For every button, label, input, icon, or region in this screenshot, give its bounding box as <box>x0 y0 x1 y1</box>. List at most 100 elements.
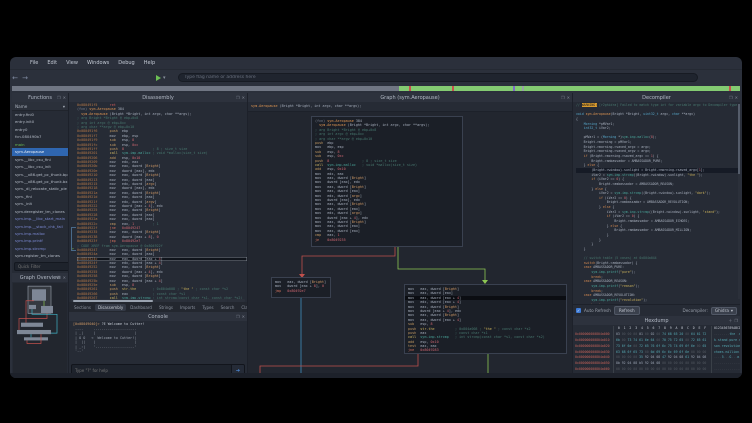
dock-tab-bar: SectionsDisassemblyDashboardStringsImpor… <box>69 302 247 312</box>
vertical-scrollbar[interactable] <box>738 104 740 299</box>
menu-item-edit[interactable]: Edit <box>47 60 57 66</box>
chevron-down-icon[interactable]: ▾ <box>163 75 166 81</box>
tab-sections[interactable]: Sections <box>71 304 94 311</box>
function-item[interactable]: entry0 <box>12 126 68 133</box>
function-item[interactable]: sym.imp.malloc <box>12 230 68 237</box>
function-item[interactable]: main <box>12 141 68 148</box>
jump-target-arrow-icon: ➤ <box>72 248 74 252</box>
seek-segment <box>399 86 740 91</box>
tab-disassembly[interactable]: Disassembly <box>95 304 126 311</box>
function-item[interactable]: fcn.080490b7 <box>12 133 68 140</box>
back-arrow-icon[interactable]: ← <box>10 73 20 83</box>
dock-close-icon[interactable]: ✕ <box>242 95 245 100</box>
hexdump-title-bar[interactable]: Hexdump ＋❐ <box>573 316 740 325</box>
omnibar-input[interactable] <box>178 73 698 82</box>
menu-item-windows[interactable]: Windows <box>87 60 109 66</box>
sort-caret-icon[interactable]: ▾ <box>63 104 65 109</box>
console-output: [0x08049040]> ?E Welcome to Cutter! .--.… <box>69 321 247 362</box>
tab-strings[interactable]: Strings <box>156 304 176 311</box>
code-line[interactable]: je 0x8049235 <box>315 238 459 242</box>
function-item[interactable]: sym.imp.strcmp <box>12 245 68 252</box>
code-line[interactable]: // WARNING: [r2ghidra] Failed to match t… <box>576 103 740 108</box>
dock-float-icon[interactable]: ❐ <box>729 95 733 100</box>
dock-float-icon[interactable]: ❐ <box>57 95 61 100</box>
decompiler-code[interactable]: // WARNING: [r2ghidra] Failed to match t… <box>573 102 740 304</box>
quick-filter-input[interactable] <box>14 262 68 271</box>
dock-plus-icon[interactable]: ＋ <box>728 318 732 324</box>
function-item[interactable]: sym.Aeropause <box>12 148 68 155</box>
seek-bar[interactable] <box>12 86 740 91</box>
forward-arrow-icon[interactable]: → <box>20 73 30 83</box>
function-item[interactable]: sym.__x86.get_pc_thunk.bx <box>12 178 68 185</box>
dock-float-icon[interactable]: ❐ <box>561 95 565 100</box>
disassembly-title-bar[interactable]: Disassembly ❐✕ <box>69 93 247 102</box>
menu-item-help[interactable]: Help <box>144 60 155 66</box>
hexdump-table[interactable]: 0 1 2 3 4 5 6 7 8 9 A B C D E F 01234567… <box>573 325 740 375</box>
tab-search[interactable]: Search <box>218 304 238 311</box>
graph-title-bar[interactable]: Graph (sym.Aeropause) ❐✕ <box>248 93 572 102</box>
function-item[interactable]: sym.__x86.get_pc_thunk.bp <box>12 171 68 178</box>
dock-close-icon[interactable]: ✕ <box>567 95 570 100</box>
decompiler-engine-select[interactable]: Ghidra ▾ <box>711 307 737 315</box>
function-item[interactable]: sym._dl_relocate_static_pie <box>12 185 68 192</box>
functions-panel: Functions ❐✕ Name ▾ entry.fini0entry.ini… <box>12 93 68 375</box>
function-item[interactable]: sym.__libc_csu_fini <box>12 156 68 163</box>
graph-overview-title-bar[interactable]: Graph Overview ❐✕ <box>12 273 68 282</box>
dock-close-icon[interactable]: ✕ <box>63 95 66 100</box>
tab-classes[interactable]: Classes <box>238 304 247 311</box>
decompiler-panel: Decompiler ❐✕ // WARNING: [r2ghidra] Fai… <box>573 93 740 375</box>
seek-segment <box>12 86 399 91</box>
function-item[interactable]: sym.imp.__stack_chk_fail <box>12 223 68 230</box>
function-item[interactable]: sym.imp.printf <box>12 237 68 244</box>
tab-types[interactable]: Types <box>199 304 216 311</box>
menu-item-view[interactable]: View <box>66 60 78 66</box>
dock-float-icon[interactable]: ❐ <box>236 314 240 319</box>
dock-float-icon[interactable]: ❐ <box>57 275 61 280</box>
seek-marker <box>513 86 515 91</box>
minimap-graph <box>13 283 67 375</box>
graph-block-entry[interactable]: (fcn) sym.Aeropause 384 sym.Aeropause (B… <box>311 116 463 247</box>
console-title: Console <box>69 314 247 320</box>
menu-item-file[interactable]: File <box>30 60 38 66</box>
graph-panel: Graph (sym.Aeropause) ❐✕ sym.Aeropause (… <box>248 93 572 375</box>
seek-marker <box>522 86 524 91</box>
dock-float-icon[interactable]: ❐ <box>236 95 240 100</box>
debug-start-button[interactable]: ▾ <box>156 75 166 81</box>
auto-refresh-checkbox[interactable]: ✓ <box>576 308 581 313</box>
function-item[interactable]: entry.fini0 <box>12 111 68 118</box>
decompiler-controls: ✓ Auto Refresh Refresh Decompiler: Ghidr… <box>573 304 740 316</box>
functions-name-header[interactable]: Name ▾ <box>12 102 68 111</box>
tab-imports[interactable]: Imports <box>177 304 198 311</box>
graph-block-true[interactable]: mov eax, dword [Bright]mov eax, dword [e… <box>404 284 567 354</box>
refresh-button[interactable]: Refresh <box>614 306 640 315</box>
function-item[interactable]: sym._fini <box>12 193 68 200</box>
function-item[interactable]: sym.deregister_tm_clones <box>12 208 68 215</box>
scrollbar-thumb[interactable] <box>73 300 153 302</box>
dock-close-icon[interactable]: ✕ <box>735 95 738 100</box>
disassembly-listing[interactable]: 0x080491f5 ret(fcn) sym.Aeropause 384 sy… <box>69 102 247 299</box>
functions-title-bar[interactable]: Functions ❐✕ <box>12 93 68 102</box>
scrollbar-thumb[interactable] <box>738 104 740 174</box>
horizontal-scrollbar[interactable] <box>71 299 245 302</box>
menu-item-debug[interactable]: Debug <box>118 60 134 66</box>
graph-block-false[interactable]: mov eax, dword [Bright]mov dword [eax + … <box>271 277 331 298</box>
dock-close-icon[interactable]: ✕ <box>242 314 245 319</box>
screen: File Edit View Windows Debug Help ← → ▾ Funct… <box>0 0 752 423</box>
function-item[interactable]: sym.imp.__libc_start_main <box>12 215 68 222</box>
function-item[interactable]: sym._init <box>12 200 68 207</box>
function-item[interactable]: sym.__libc_csu_init <box>12 163 68 170</box>
tab-dashboard[interactable]: Dashboard <box>127 304 155 311</box>
graph-overview-minimap[interactable] <box>13 283 67 375</box>
code-line[interactable]: jne 0x8049283 <box>408 348 563 352</box>
dock-close-icon[interactable]: ✕ <box>63 275 66 280</box>
console-title-bar[interactable]: Console ❐✕ <box>69 312 247 321</box>
graph-canvas[interactable]: (fcn) sym.Aeropause 384 sym.Aeropause (B… <box>248 112 572 375</box>
toolbar: ← → ▾ <box>10 71 742 84</box>
code-line[interactable]: jmp 0x80492e7 <box>275 289 327 293</box>
dock-float-icon[interactable]: ❐ <box>734 318 738 323</box>
function-item[interactable]: sym.register_tm_clones <box>12 252 68 259</box>
decompiler-title-bar[interactable]: Decompiler ❐✕ <box>573 93 740 102</box>
name-column-label: Name <box>15 104 27 109</box>
function-item[interactable]: entry.init0 <box>12 118 68 125</box>
code-line[interactable]: break; <box>576 303 740 304</box>
